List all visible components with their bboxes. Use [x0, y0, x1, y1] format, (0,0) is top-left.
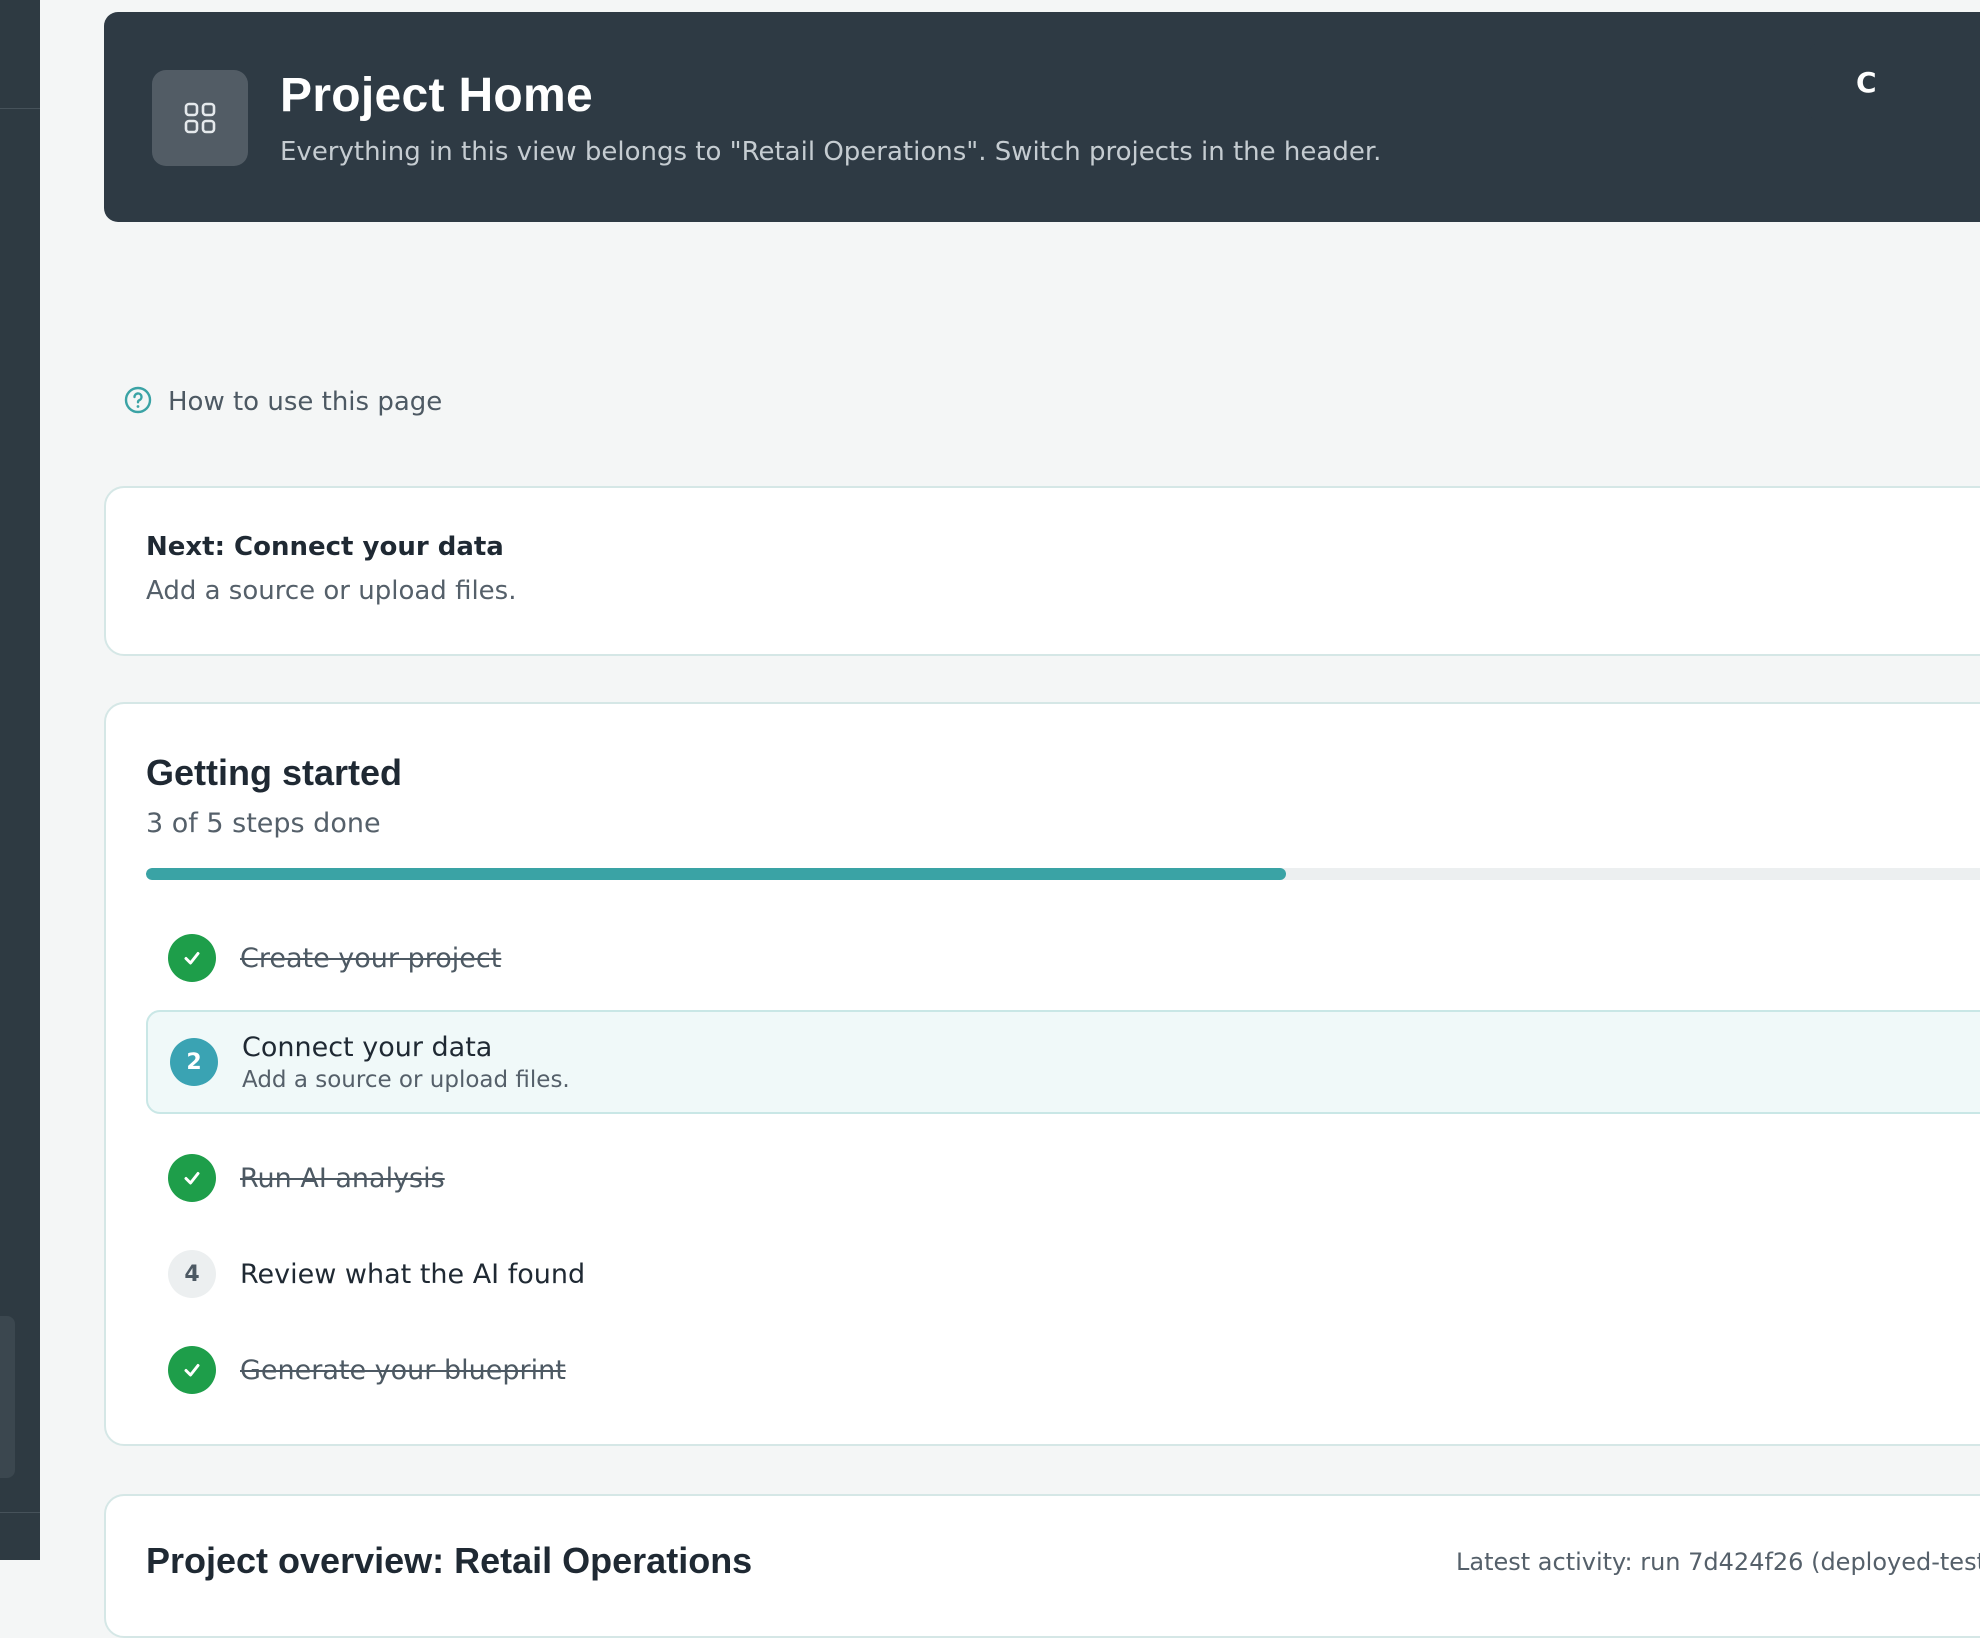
getting-started-title: Getting started	[146, 752, 403, 793]
step-run-ai-analysis[interactable]: Run AI analysis	[146, 1150, 1980, 1206]
sidebar-divider	[0, 108, 40, 109]
step-label: Run AI analysis	[240, 1162, 445, 1194]
step-number-badge: 2	[170, 1038, 218, 1086]
check-icon	[168, 934, 216, 982]
getting-started-card: Getting started 3 of 5 steps done Create…	[104, 702, 1980, 1446]
how-to-use-link[interactable]: How to use this page	[124, 386, 442, 418]
check-icon	[168, 1154, 216, 1202]
project-overview-title: Project overview: Retail Operations	[146, 1540, 753, 1581]
page-subtitle: Everything in this view belongs to "Reta…	[280, 137, 1382, 167]
progress-bar	[146, 868, 1980, 880]
progress-bar-fill	[146, 868, 1286, 880]
help-circle-icon	[124, 386, 152, 418]
step-connect-data[interactable]: 2 Connect your data Add a source or uplo…	[146, 1010, 1980, 1114]
step-label: Create your project	[240, 942, 502, 974]
connect-data-button[interactable]: C	[1808, 42, 1980, 122]
next-step-title: Next: Connect your data	[146, 532, 504, 562]
step-number-badge: 4	[168, 1250, 216, 1298]
next-step-card: Next: Connect your data Add a source or …	[104, 486, 1980, 656]
sidebar-divider	[0, 1512, 40, 1513]
grid-icon	[152, 70, 248, 166]
page-title: Project Home	[280, 69, 594, 122]
project-overview-card: Project overview: Retail Operations Late…	[104, 1494, 1980, 1638]
progress-text: 3 of 5 steps done	[146, 808, 381, 839]
connect-data-button-label: C	[1856, 65, 1877, 99]
latest-activity-text: Latest activity: run 7d424f26 (deployed-…	[1456, 1548, 1980, 1576]
sidebar-collapse-handle[interactable]	[0, 1316, 15, 1478]
check-icon	[168, 1346, 216, 1394]
step-generate-blueprint[interactable]: Generate your blueprint	[146, 1342, 1980, 1398]
step-label: Generate your blueprint	[240, 1354, 566, 1386]
step-create-project[interactable]: Create your project	[146, 930, 1980, 986]
page-header: Project Home Everything in this view bel…	[104, 12, 1980, 222]
step-review-ai-findings[interactable]: 4 Review what the AI found	[146, 1246, 1980, 1302]
how-to-use-label: How to use this page	[168, 387, 443, 417]
step-label: Connect your data	[242, 1031, 493, 1063]
step-label: Review what the AI found	[240, 1258, 586, 1290]
step-description: Add a source or upload files.	[242, 1066, 570, 1093]
next-step-description: Add a source or upload files.	[146, 576, 517, 606]
sidebar	[0, 0, 40, 1560]
